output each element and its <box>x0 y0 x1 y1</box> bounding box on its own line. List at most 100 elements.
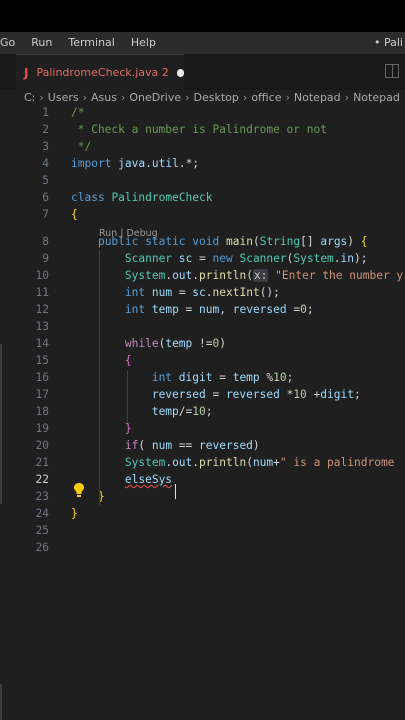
code-text[interactable]: Scanner sc = new Scanner(System.in); <box>71 250 368 267</box>
lightbulb-icon[interactable] <box>73 482 85 498</box>
code-line[interactable]: 15 { <box>0 352 405 369</box>
code-line[interactable]: 14 while(temp !=0) <box>0 335 405 352</box>
line-number: 16 <box>35 371 49 384</box>
menu-help[interactable]: Help <box>123 32 164 54</box>
line-number: 19 <box>35 422 49 435</box>
code-text[interactable]: reversed = reversed *10 +digit; <box>71 386 361 403</box>
chevron-right-icon: › <box>39 90 44 104</box>
breadcrumb-item[interactable]: Users <box>48 91 79 104</box>
line-number: 8 <box>42 235 49 248</box>
code-text[interactable]: elseSys <box>71 471 172 488</box>
line-number: 26 <box>35 541 49 554</box>
code-line[interactable]: 21 System.out.println(num+" is a palindr… <box>0 454 405 471</box>
code-text[interactable]: } <box>71 505 78 522</box>
code-line[interactable]: 9 Scanner sc = new Scanner(System.in); <box>0 250 405 267</box>
code-line[interactable]: 19 } <box>0 420 405 437</box>
unsaved-dot-icon[interactable] <box>176 68 184 77</box>
breadcrumb-item[interactable]: Desktop <box>194 91 239 104</box>
code-text[interactable]: { <box>71 352 132 369</box>
tab-filename: PalindromeCheck.java 2 <box>36 66 169 79</box>
line-number: 22 <box>35 473 49 486</box>
menu-bar: Go Run Terminal Help • Pali <box>0 32 405 54</box>
code-line[interactable]: 25 <box>0 522 405 539</box>
code-text[interactable]: int temp = num, reversed =0; <box>71 301 314 318</box>
code-text[interactable]: temp/=10; <box>71 403 213 420</box>
chevron-right-icon: › <box>242 90 248 104</box>
breadcrumb: C: › Users › Asus › OneDrive › Desktop › offi… <box>24 89 400 105</box>
line-number: 13 <box>35 320 49 333</box>
chevron-right-icon: › <box>344 90 350 104</box>
code-text[interactable]: int digit = temp %10; <box>71 369 294 386</box>
code-line[interactable]: 22 elseSys <box>0 471 405 488</box>
breadcrumb-item[interactable]: Notepad <box>294 91 341 104</box>
code-text[interactable]: import java.util.*; <box>71 155 199 172</box>
java-file-icon: J <box>24 65 29 80</box>
line-number: 20 <box>35 439 49 452</box>
code-line[interactable]: 17 reversed = reversed *10 +digit; <box>0 386 405 403</box>
code-line[interactable]: 1 /* <box>0 104 405 121</box>
line-number: 6 <box>42 191 49 204</box>
line-number: 4 <box>42 157 49 170</box>
chevron-right-icon: › <box>120 90 126 104</box>
code-text[interactable]: System.out.println(num+" is a palindrome <box>71 454 395 471</box>
code-line[interactable]: 16 int digit = temp %10; <box>0 369 405 386</box>
text-cursor <box>175 484 176 499</box>
menu-go[interactable]: Go <box>0 32 23 54</box>
line-number: 21 <box>35 456 49 469</box>
top-black-band <box>0 0 405 32</box>
code-line[interactable]: 11 int num = sc.nextInt(); <box>0 284 405 301</box>
line-number: 14 <box>35 337 49 350</box>
line-number: 18 <box>35 405 49 418</box>
code-text[interactable]: */ <box>71 138 91 155</box>
code-line[interactable]: 12 int temp = num, reversed =0; <box>0 301 405 318</box>
line-number: 2 <box>42 123 49 136</box>
code-line[interactable]: 13 <box>0 318 405 335</box>
code-line[interactable]: 2 * Check a number is Palindrome or not <box>0 121 405 138</box>
menu-terminal[interactable]: Terminal <box>60 32 123 54</box>
line-number: 10 <box>35 269 49 282</box>
code-line[interactable]: 4 import java.util.*; <box>0 155 405 172</box>
line-number: 1 <box>42 106 49 119</box>
left-edge-divider <box>0 684 2 720</box>
code-text[interactable]: /* <box>71 104 84 121</box>
code-text[interactable]: System.out.println(x: "Enter the number … <box>71 267 403 284</box>
line-number: 25 <box>35 524 49 537</box>
chevron-right-icon: › <box>185 90 190 104</box>
code-text[interactable]: int num = sc.nextInt(); <box>71 284 280 301</box>
code-text[interactable]: { <box>71 206 78 223</box>
breadcrumb-item[interactable]: office <box>251 91 281 104</box>
breadcrumb-item[interactable]: C: <box>24 91 35 104</box>
code-line[interactable]: 6 class PalindromeCheck <box>0 189 405 206</box>
indent-guide <box>99 251 100 505</box>
code-line[interactable]: 8 public static void main(String[] args)… <box>0 233 405 250</box>
window-title: • Pali <box>374 36 403 49</box>
indent-guide <box>127 370 128 422</box>
chevron-right-icon: › <box>285 90 290 104</box>
code-text[interactable]: * Check a number is Palindrome or not <box>71 121 327 138</box>
code-line[interactable]: 20 if( num == reversed) <box>0 437 405 454</box>
line-number: 12 <box>35 303 49 316</box>
code-line[interactable]: 7{ <box>0 206 405 223</box>
code-line[interactable]: 23 } <box>0 488 405 505</box>
code-text[interactable]: class PalindromeCheck <box>71 189 212 206</box>
code-line[interactable]: 26 <box>0 539 405 556</box>
code-line[interactable]: 5 <box>0 172 405 189</box>
line-number: 11 <box>35 286 49 299</box>
breadcrumb-item[interactable]: Asus <box>91 91 117 104</box>
split-editor-icon[interactable] <box>385 64 399 78</box>
line-number: 5 <box>42 174 49 187</box>
menu-run[interactable]: Run <box>23 32 60 54</box>
breadcrumb-item[interactable]: OneDrive <box>129 91 181 104</box>
tab-palindromecheck[interactable]: J PalindromeCheck.java 2 <box>16 54 184 90</box>
breadcrumb-item[interactable]: Notepad <box>353 91 400 104</box>
code-line[interactable]: 18 temp/=10; <box>0 403 405 420</box>
code-text[interactable]: } <box>71 420 132 437</box>
line-number: 24 <box>35 507 49 520</box>
code-text[interactable]: while(temp !=0) <box>71 335 226 352</box>
code-line[interactable]: 10 System.out.println(x: "Enter the numb… <box>0 267 405 284</box>
code-line[interactable]: 3 */ <box>0 138 405 155</box>
code-line[interactable]: 24} <box>0 505 405 522</box>
editor-area: J PalindromeCheck.java 2 C: › Users › Asus… <box>0 54 405 720</box>
code-text[interactable]: public static void main(String[] args) { <box>71 233 368 250</box>
line-number: 23 <box>35 490 49 503</box>
